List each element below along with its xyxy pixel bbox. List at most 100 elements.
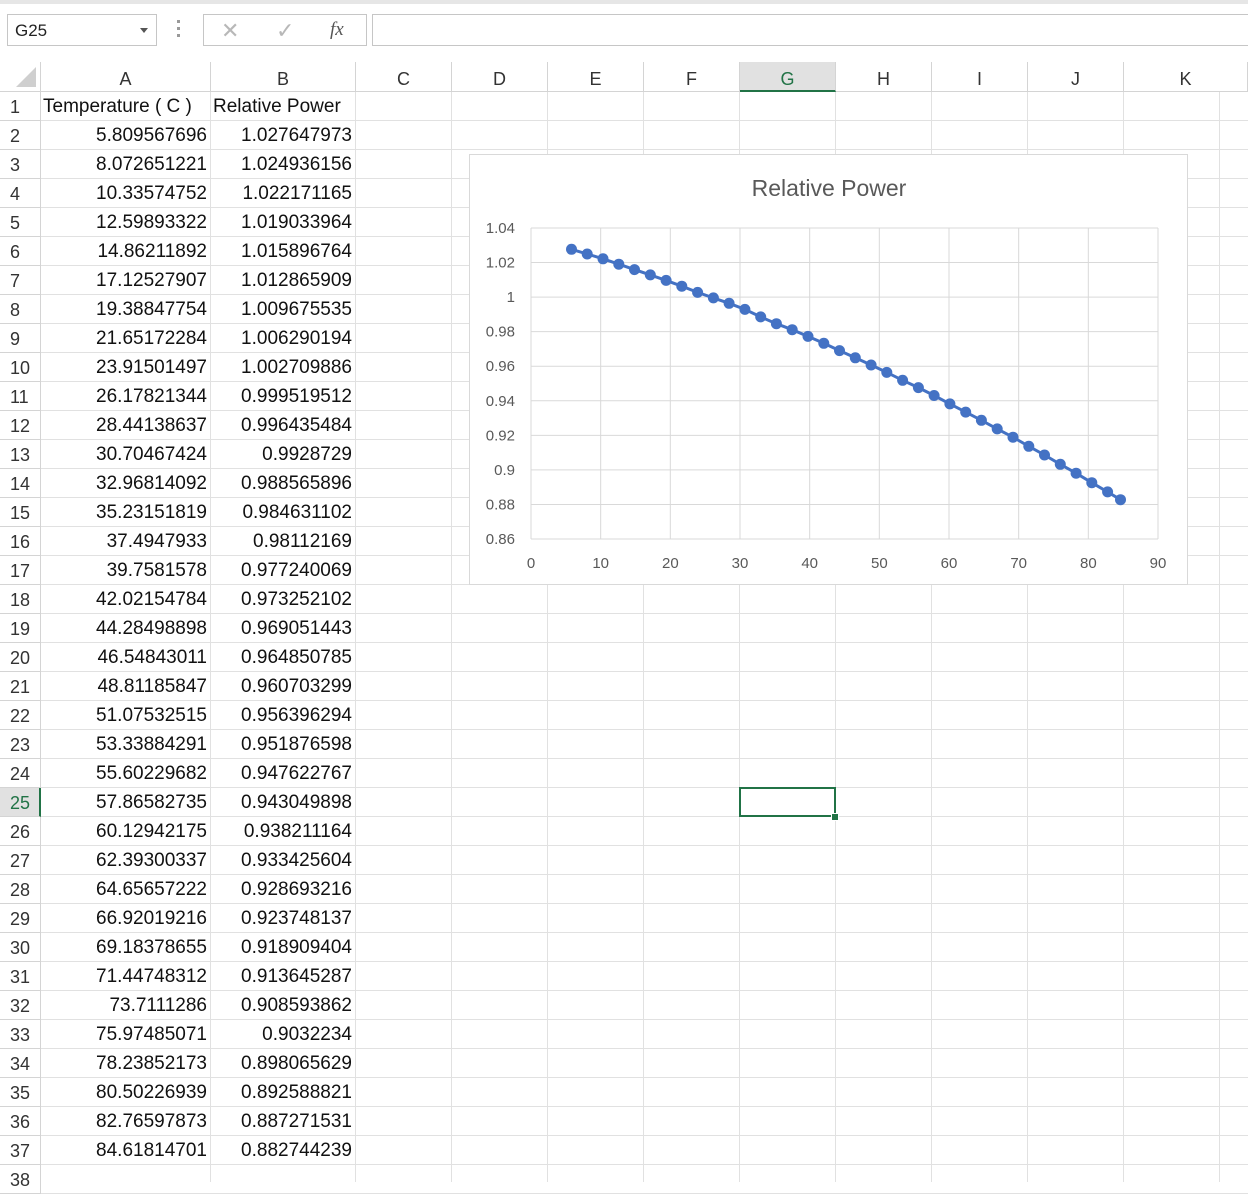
cell-A32[interactable]: 73.7111286 bbox=[41, 991, 211, 1020]
cell-A1[interactable]: Temperature ( C ) bbox=[41, 92, 211, 121]
cell-A7[interactable]: 17.12527907 bbox=[41, 266, 211, 295]
insert-function-button[interactable]: fx bbox=[330, 19, 344, 41]
row-header-8[interactable]: 8 bbox=[0, 295, 41, 324]
row-header-38[interactable]: 38 bbox=[0, 1165, 41, 1194]
cell-A26[interactable]: 60.12942175 bbox=[41, 817, 211, 846]
row-header-25[interactable]: 25 bbox=[0, 788, 41, 817]
row-header-1[interactable]: 1 bbox=[0, 92, 41, 121]
row-header-16[interactable]: 16 bbox=[0, 527, 41, 556]
cell-A14[interactable]: 32.96814092 bbox=[41, 469, 211, 498]
row-header-11[interactable]: 11 bbox=[0, 382, 41, 411]
row-header-22[interactable]: 22 bbox=[0, 701, 41, 730]
row-header-20[interactable]: 20 bbox=[0, 643, 41, 672]
cell-A27[interactable]: 62.39300337 bbox=[41, 846, 211, 875]
cell-B33[interactable]: 0.9032234 bbox=[211, 1020, 356, 1049]
row-header-23[interactable]: 23 bbox=[0, 730, 41, 759]
cell-B31[interactable]: 0.913645287 bbox=[211, 962, 356, 991]
column-header-g[interactable]: G bbox=[740, 62, 836, 92]
active-cell-G25[interactable] bbox=[739, 787, 836, 817]
cell-B17[interactable]: 0.977240069 bbox=[211, 556, 356, 585]
cell-B8[interactable]: 1.009675535 bbox=[211, 295, 356, 324]
name-box-value[interactable]: G25 bbox=[15, 21, 47, 41]
row-header-36[interactable]: 36 bbox=[0, 1107, 41, 1136]
cell-A20[interactable]: 46.54843011 bbox=[41, 643, 211, 672]
cell-B6[interactable]: 1.015896764 bbox=[211, 237, 356, 266]
cell-A9[interactable]: 21.65172284 bbox=[41, 324, 211, 353]
row-header-15[interactable]: 15 bbox=[0, 498, 41, 527]
row-header-4[interactable]: 4 bbox=[0, 179, 41, 208]
chevron-down-icon[interactable] bbox=[140, 28, 148, 33]
column-header-j[interactable]: J bbox=[1028, 62, 1124, 92]
cell-A16[interactable]: 37.4947933 bbox=[41, 527, 211, 556]
cell-A11[interactable]: 26.17821344 bbox=[41, 382, 211, 411]
column-header-d[interactable]: D bbox=[452, 62, 548, 92]
cell-A25[interactable]: 57.86582735 bbox=[41, 788, 211, 817]
select-all-button[interactable] bbox=[0, 62, 41, 92]
cell-B24[interactable]: 0.947622767 bbox=[211, 759, 356, 788]
cell-A23[interactable]: 53.33884291 bbox=[41, 730, 211, 759]
row-header-2[interactable]: 2 bbox=[0, 121, 41, 150]
row-header-34[interactable]: 34 bbox=[0, 1049, 41, 1078]
cell-B16[interactable]: 0.98112169 bbox=[211, 527, 356, 556]
cell-B27[interactable]: 0.933425604 bbox=[211, 846, 356, 875]
cell-B5[interactable]: 1.019033964 bbox=[211, 208, 356, 237]
row-header-30[interactable]: 30 bbox=[0, 933, 41, 962]
cell-A21[interactable]: 48.81185847 bbox=[41, 672, 211, 701]
row-header-7[interactable]: 7 bbox=[0, 266, 41, 295]
column-header-c[interactable]: C bbox=[356, 62, 452, 92]
cell-B9[interactable]: 1.006290194 bbox=[211, 324, 356, 353]
row-header-18[interactable]: 18 bbox=[0, 585, 41, 614]
row-header-10[interactable]: 10 bbox=[0, 353, 41, 382]
row-header-6[interactable]: 6 bbox=[0, 237, 41, 266]
row-header-37[interactable]: 37 bbox=[0, 1136, 41, 1165]
cell-A15[interactable]: 35.23151819 bbox=[41, 498, 211, 527]
drag-handle-icon[interactable] bbox=[177, 20, 181, 40]
row-header-5[interactable]: 5 bbox=[0, 208, 41, 237]
row-header-29[interactable]: 29 bbox=[0, 904, 41, 933]
cell-A30[interactable]: 69.18378655 bbox=[41, 933, 211, 962]
column-header-a[interactable]: A bbox=[41, 62, 211, 92]
cell-B37[interactable]: 0.882744239 bbox=[211, 1136, 356, 1165]
cell-A5[interactable]: 12.59893322 bbox=[41, 208, 211, 237]
column-header-k[interactable]: K bbox=[1124, 62, 1248, 92]
column-header-b[interactable]: B bbox=[211, 62, 356, 92]
column-header-f[interactable]: F bbox=[644, 62, 740, 92]
row-header-19[interactable]: 19 bbox=[0, 614, 41, 643]
row-header-35[interactable]: 35 bbox=[0, 1078, 41, 1107]
formula-input[interactable] bbox=[372, 14, 1248, 46]
row-header-12[interactable]: 12 bbox=[0, 411, 41, 440]
cell-B10[interactable]: 1.002709886 bbox=[211, 353, 356, 382]
cell-B19[interactable]: 0.969051443 bbox=[211, 614, 356, 643]
cell-A6[interactable]: 14.86211892 bbox=[41, 237, 211, 266]
cell-A37[interactable]: 84.61814701 bbox=[41, 1136, 211, 1165]
cell-A36[interactable]: 82.76597873 bbox=[41, 1107, 211, 1136]
chart-relative-power[interactable]: Relative Power 0.86 0.88 0.9 0.92 0.94 0.96 0.9… bbox=[469, 154, 1188, 585]
cell-B20[interactable]: 0.964850785 bbox=[211, 643, 356, 672]
cell-A18[interactable]: 42.02154784 bbox=[41, 585, 211, 614]
cell-A2[interactable]: 5.809567696 bbox=[41, 121, 211, 150]
cell-B2[interactable]: 1.027647973 bbox=[211, 121, 356, 150]
cell-B15[interactable]: 0.984631102 bbox=[211, 498, 356, 527]
name-box[interactable]: G25 bbox=[7, 14, 157, 46]
cell-B32[interactable]: 0.908593862 bbox=[211, 991, 356, 1020]
row-header-33[interactable]: 33 bbox=[0, 1020, 41, 1049]
cell-A17[interactable]: 39.7581578 bbox=[41, 556, 211, 585]
cell-B35[interactable]: 0.892588821 bbox=[211, 1078, 356, 1107]
cell-A4[interactable]: 10.33574752 bbox=[41, 179, 211, 208]
cell-B3[interactable]: 1.024936156 bbox=[211, 150, 356, 179]
row-header-13[interactable]: 13 bbox=[0, 440, 41, 469]
cell-B29[interactable]: 0.923748137 bbox=[211, 904, 356, 933]
row-header-17[interactable]: 17 bbox=[0, 556, 41, 585]
row-header-24[interactable]: 24 bbox=[0, 759, 41, 788]
fill-handle[interactable] bbox=[831, 813, 839, 821]
cell-A10[interactable]: 23.91501497 bbox=[41, 353, 211, 382]
cell-A13[interactable]: 30.70467424 bbox=[41, 440, 211, 469]
cell-A12[interactable]: 28.44138637 bbox=[41, 411, 211, 440]
cell-B4[interactable]: 1.022171165 bbox=[211, 179, 356, 208]
cell-A35[interactable]: 80.50226939 bbox=[41, 1078, 211, 1107]
cell-B23[interactable]: 0.951876598 bbox=[211, 730, 356, 759]
cell-B36[interactable]: 0.887271531 bbox=[211, 1107, 356, 1136]
row-header-27[interactable]: 27 bbox=[0, 846, 41, 875]
cell-B22[interactable]: 0.956396294 bbox=[211, 701, 356, 730]
cell-B7[interactable]: 1.012865909 bbox=[211, 266, 356, 295]
